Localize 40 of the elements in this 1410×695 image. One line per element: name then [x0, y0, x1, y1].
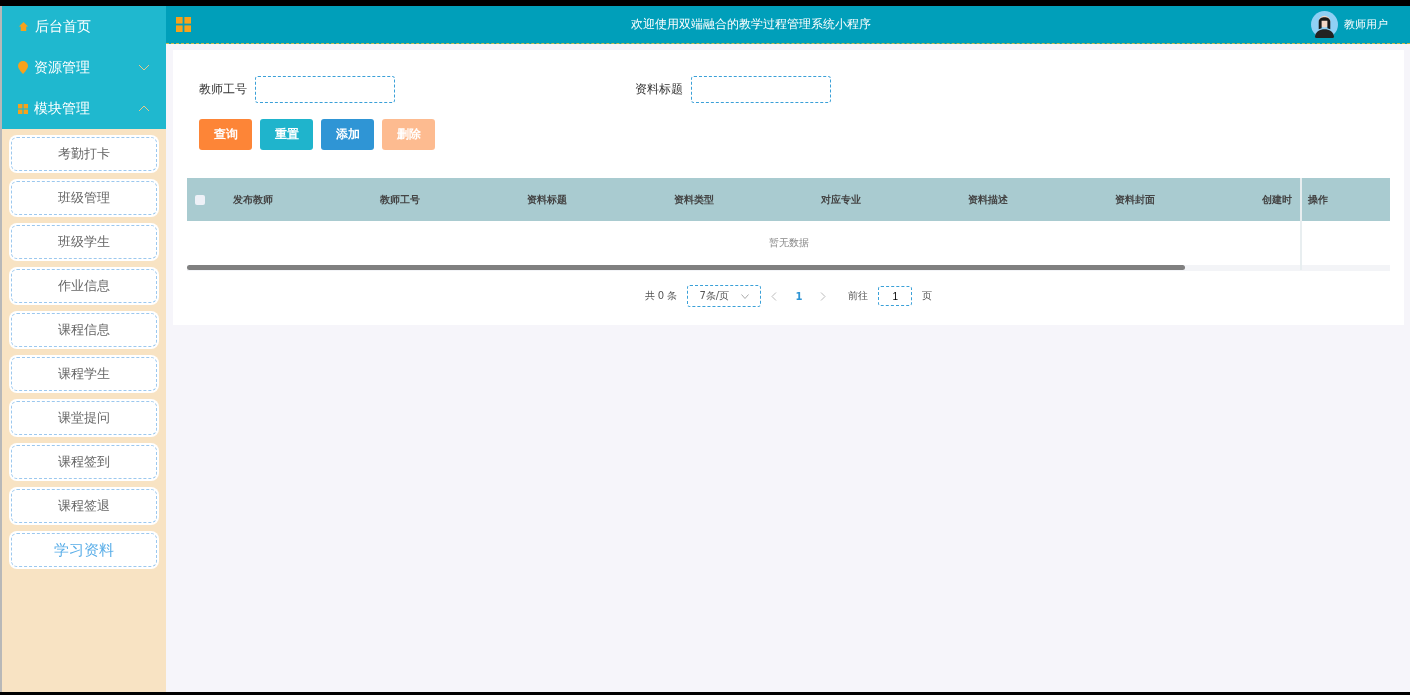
column-header: 发布教师	[233, 192, 274, 207]
column-header: 创建时	[1262, 192, 1293, 207]
scrollbar[interactable]	[187, 265, 1186, 270]
submenu-item[interactable]: 课程学生	[11, 357, 157, 391]
page-unit: 页	[922, 289, 933, 303]
total-count: 共 0 条	[644, 289, 678, 303]
app-title: 欢迎使用双端融合的教学过程管理系统小程序	[630, 16, 872, 33]
search-field[interactable]	[255, 76, 395, 103]
next-icon[interactable]	[820, 291, 827, 301]
submenu-item[interactable]: 班级学生	[11, 225, 157, 259]
submenu-item[interactable]: 班级管理	[11, 181, 157, 215]
add-button[interactable]: 添加	[321, 119, 374, 150]
page-size-select[interactable]: 7条/页	[687, 285, 762, 307]
column-header: 资料类型	[674, 192, 715, 207]
goto-label: 前往	[848, 289, 869, 303]
grid-icon	[18, 103, 28, 114]
pin-icon	[18, 61, 28, 74]
prev-icon[interactable]	[771, 291, 778, 301]
home-icon	[18, 21, 29, 32]
caret-icon	[741, 293, 750, 299]
submenu-item[interactable]: 作业信息	[11, 269, 157, 303]
column-header: 资料标题	[527, 192, 568, 207]
field-label: 资料标题	[635, 81, 683, 98]
submenu-item[interactable]: 课程签退	[11, 489, 157, 523]
submenu-item[interactable]: 考勤打卡	[11, 137, 157, 171]
checkbox[interactable]	[195, 194, 205, 205]
page-number[interactable]: 1	[787, 290, 811, 302]
field-label: 教师工号	[199, 81, 247, 98]
column-header: 教师工号	[380, 192, 421, 207]
empty-text: 暂无数据	[768, 236, 809, 250]
grid-icon[interactable]	[176, 17, 191, 32]
submenu-item[interactable]: 课堂提问	[11, 401, 157, 435]
goto-field[interactable]: 1	[878, 286, 913, 306]
column-header: 资料封面	[1115, 192, 1156, 207]
submenu-item[interactable]: 课程签到	[11, 445, 157, 479]
avatar[interactable]	[1311, 11, 1338, 38]
column-header: 资料描述	[968, 192, 1009, 207]
search-field[interactable]	[691, 76, 831, 103]
column-header: 对应专业	[821, 192, 862, 207]
submenu-item[interactable]: 课程信息	[11, 313, 157, 347]
